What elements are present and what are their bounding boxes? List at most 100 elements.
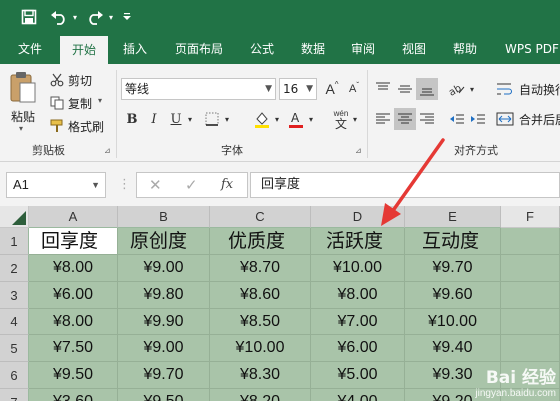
align-right-button[interactable]	[416, 108, 438, 130]
table-cell[interactable]	[501, 335, 560, 362]
orientation-dropdown-icon[interactable]: ▾	[467, 78, 477, 100]
table-cell[interactable]: ¥8.60	[210, 282, 311, 309]
table-cell[interactable]: ¥9.50	[29, 362, 118, 389]
row-header-2[interactable]: 2	[0, 255, 29, 282]
table-cell[interactable]: ¥9.40	[405, 335, 501, 362]
tab-insert[interactable]: 插入	[123, 34, 147, 64]
table-cell[interactable]: ¥7.00	[311, 309, 405, 335]
font-color-button[interactable]: A	[285, 108, 307, 130]
italic-button[interactable]: I	[143, 108, 165, 130]
row-header-7[interactable]: 7	[0, 389, 29, 401]
table-cell[interactable]: ¥8.00	[29, 309, 118, 335]
table-cell[interactable]: ¥8.00	[29, 255, 118, 282]
wrap-text-button[interactable]: 自动换行	[496, 78, 560, 100]
underline-button[interactable]: U	[165, 108, 187, 130]
table-cell[interactable]: ¥9.00	[118, 335, 210, 362]
column-header-c[interactable]: C	[210, 206, 311, 228]
align-center-button[interactable]	[394, 108, 416, 130]
bold-button[interactable]: B	[121, 108, 143, 130]
row-header-3[interactable]: 3	[0, 282, 29, 309]
cancel-icon[interactable]: ✕	[149, 176, 162, 194]
table-cell[interactable]: ¥9.80	[118, 282, 210, 309]
format-painter-button[interactable]: 格式刷	[50, 118, 116, 136]
font-name-select[interactable]: 等线 ▼	[121, 78, 276, 100]
save-icon[interactable]	[18, 6, 40, 28]
table-cell[interactable]: ¥10.00	[210, 335, 311, 362]
tab-wps-pdf[interactable]: WPS PDF	[505, 34, 559, 64]
row-header-5[interactable]: 5	[0, 335, 29, 362]
redo-icon[interactable]	[84, 6, 106, 28]
cell-d1[interactable]: 活跃度	[311, 228, 405, 255]
table-cell[interactable]: ¥9.70	[118, 362, 210, 389]
table-cell[interactable]: ¥6.00	[311, 335, 405, 362]
table-cell[interactable]	[501, 255, 560, 282]
table-cell[interactable]: ¥5.00	[311, 362, 405, 389]
undo-icon[interactable]	[48, 6, 70, 28]
align-middle-button[interactable]	[394, 78, 416, 100]
cell-e1[interactable]: 互动度	[405, 228, 501, 255]
fill-color-button[interactable]	[251, 108, 273, 130]
merge-center-button[interactable]: 合并后居	[496, 108, 560, 130]
table-cell[interactable]: ¥9.90	[118, 309, 210, 335]
table-cell[interactable]: ¥10.00	[405, 309, 501, 335]
undo-dropdown-icon[interactable]: ▾	[70, 6, 80, 28]
cut-button[interactable]: 剪切	[50, 72, 110, 90]
tab-view[interactable]: 视图	[402, 34, 426, 64]
table-cell[interactable]: ¥4.00	[311, 389, 405, 401]
table-cell[interactable]: ¥9.00	[118, 255, 210, 282]
clipboard-launcher-icon[interactable]: ⊿	[104, 146, 111, 155]
insert-function-icon[interactable]: fx	[221, 177, 233, 192]
row-header-6[interactable]: 6	[0, 362, 29, 389]
select-all-corner[interactable]	[0, 206, 29, 228]
table-cell[interactable]: ¥8.20	[210, 389, 311, 401]
underline-dropdown-icon[interactable]: ▾	[185, 108, 195, 130]
enter-check-icon[interactable]: ✓	[185, 176, 198, 194]
column-header-d[interactable]: D	[311, 206, 405, 228]
table-cell[interactable]: ¥8.00	[311, 282, 405, 309]
font-size-select[interactable]: 16 ▼	[279, 78, 317, 100]
tab-formulas[interactable]: 公式	[250, 34, 274, 64]
tab-file[interactable]: 文件	[18, 34, 42, 64]
redo-dropdown-icon[interactable]: ▾	[106, 6, 116, 28]
row-header-4[interactable]: 4	[0, 309, 29, 335]
table-cell[interactable]: ¥8.50	[210, 309, 311, 335]
table-cell[interactable]: ¥9.70	[405, 255, 501, 282]
tab-home[interactable]: 开始	[60, 36, 109, 64]
cell-b1[interactable]: 原创度	[118, 228, 210, 255]
tab-review[interactable]: 审阅	[351, 34, 375, 64]
table-cell[interactable]: ¥10.00	[311, 255, 405, 282]
customize-qat-icon[interactable]	[120, 6, 134, 28]
borders-button[interactable]	[201, 108, 223, 130]
table-cell[interactable]	[501, 282, 560, 309]
table-cell[interactable]	[501, 309, 560, 335]
table-cell[interactable]: ¥9.60	[405, 282, 501, 309]
increase-indent-button[interactable]	[467, 108, 489, 130]
table-cell[interactable]: ¥9.50	[118, 389, 210, 401]
tab-help[interactable]: 帮助	[453, 34, 477, 64]
decrease-font-button[interactable]: Aˇ	[343, 78, 365, 100]
orientation-button[interactable]: ab	[446, 78, 468, 100]
column-header-f[interactable]: F	[501, 206, 560, 228]
table-cell[interactable]: ¥3.60	[29, 389, 118, 401]
increase-font-button[interactable]: A ^	[321, 78, 343, 100]
font-color-dropdown-icon[interactable]: ▾	[306, 108, 316, 130]
tab-data[interactable]: 数据	[301, 34, 325, 64]
column-header-e[interactable]: E	[405, 206, 501, 228]
fill-color-dropdown-icon[interactable]: ▾	[272, 108, 282, 130]
phonetic-dropdown-icon[interactable]: ▾	[350, 108, 360, 130]
row-header-1[interactable]: 1	[0, 228, 29, 255]
paste-button[interactable]: 粘贴 ▾	[8, 70, 42, 138]
table-cell[interactable]: ¥7.50	[29, 335, 118, 362]
column-header-b[interactable]: B	[118, 206, 210, 228]
table-cell[interactable]: ¥6.00	[29, 282, 118, 309]
name-box[interactable]: A1 ▼	[6, 172, 106, 198]
decrease-indent-button[interactable]	[446, 108, 468, 130]
align-top-button[interactable]	[372, 78, 394, 100]
column-header-a[interactable]: A	[29, 206, 118, 228]
tab-page-layout[interactable]: 页面布局	[175, 34, 223, 64]
cell-c1[interactable]: 优质度	[210, 228, 311, 255]
formula-input[interactable]: 回享度	[250, 172, 560, 198]
align-left-button[interactable]	[372, 108, 394, 130]
borders-dropdown-icon[interactable]: ▾	[222, 108, 232, 130]
cell-a1[interactable]: 回享度	[29, 228, 118, 255]
